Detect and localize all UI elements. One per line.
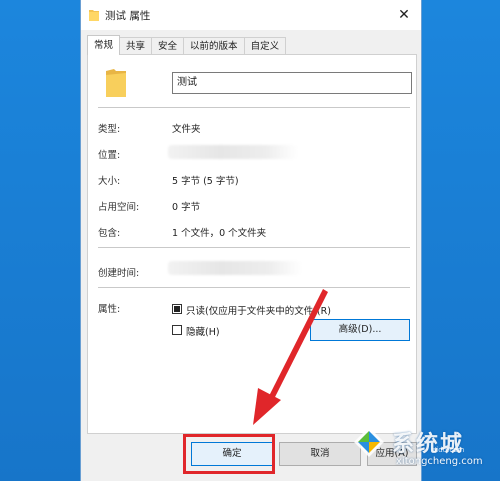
title-bar[interactable]: 测试 属性 ✕ [81,0,421,30]
desktop-background-right [420,0,500,481]
readonly-label[interactable]: 只读(仅应用于文件夹中的文件)(R) [186,303,331,317]
watermark-small: aidu.com [432,446,465,454]
disk-size-value: 0 字节 [172,202,201,213]
folder-icon [106,69,126,97]
type-label: 类型: [98,124,121,135]
properties-dialog: 测试 属性 ✕ 常规 共享 安全 以前的版本 自定义 测试 类型: 文件夹 位置… [80,0,422,481]
general-panel: 测试 类型: 文件夹 位置: 大小: 5 字节 (5 字节) 占用空间: 0 字… [87,54,417,434]
created-value-redacted [168,261,302,275]
hidden-checkbox[interactable] [172,325,182,335]
cancel-button[interactable]: 取消 [279,442,361,466]
tab-security[interactable]: 安全 [151,37,185,55]
size-value: 5 字节 (5 字节) [172,176,239,187]
tab-sharing[interactable]: 共享 [119,37,153,55]
location-value-redacted [168,145,298,159]
tab-general[interactable]: 常规 [87,35,121,55]
separator [98,247,410,248]
folder-icon [89,10,99,21]
hidden-label[interactable]: 隐藏(H) [186,324,220,338]
location-label: 位置: [98,150,121,161]
attributes-label: 属性: [98,304,121,315]
readonly-checkbox[interactable] [172,304,182,314]
contains-label: 包含: [98,228,121,239]
type-value: 文件夹 [172,124,201,135]
tab-bar: 常规 共享 安全 以前的版本 自定义 [87,35,287,55]
close-icon: ✕ [398,7,410,23]
window-title: 测试 属性 [105,10,151,22]
separator [98,287,410,288]
contains-value: 1 个文件，0 个文件夹 [172,228,267,239]
brand-logo-icon [354,427,384,457]
close-button[interactable]: ✕ [387,0,421,30]
separator [98,107,410,108]
created-label: 创建时间: [98,268,140,279]
size-label: 大小: [98,176,121,187]
watermark-url: xitongcheng.com [396,456,483,467]
disk-size-label: 占用空间: [98,202,140,213]
folder-name-input[interactable]: 测试 [172,72,412,94]
tab-previous-versions[interactable]: 以前的版本 [183,37,245,55]
advanced-button[interactable]: 高级(D)... [310,319,410,341]
desktop-background-left [0,0,80,481]
ok-button[interactable]: 确定 [191,442,273,466]
tab-customize[interactable]: 自定义 [243,37,287,55]
